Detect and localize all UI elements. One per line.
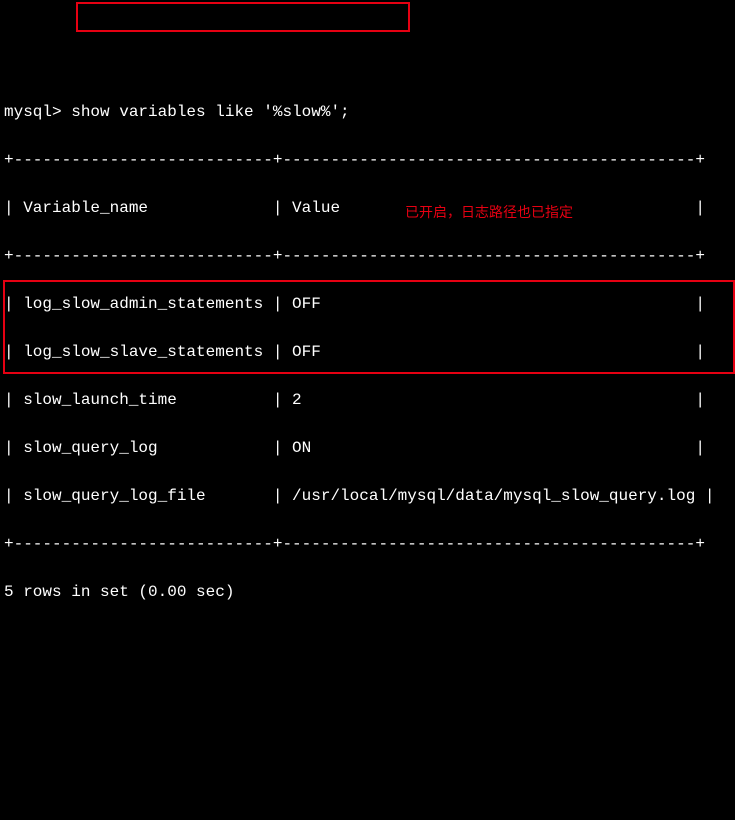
table-row: | slow_query_log | ON | bbox=[4, 436, 731, 460]
table-row: | log_slow_slave_statements | OFF | bbox=[4, 340, 731, 364]
table-header-row: | Variable_name | Value | bbox=[4, 196, 731, 220]
table-separator-bot: +---------------------------+-----------… bbox=[4, 532, 731, 556]
table-row: | log_slow_admin_statements | OFF | bbox=[4, 292, 731, 316]
mysql-prompt: mysql> bbox=[4, 103, 62, 121]
table-separator-top: +---------------------------+-----------… bbox=[4, 148, 731, 172]
command-text: show variables like '%slow%'; bbox=[62, 103, 350, 121]
annotation-text: 已开启，日志路径也已指定 bbox=[405, 202, 573, 223]
result-footer: 5 rows in set (0.00 sec) bbox=[4, 580, 731, 604]
table-separator-mid: +---------------------------+-----------… bbox=[4, 244, 731, 268]
table-row: | slow_query_log_file | /usr/local/mysql… bbox=[4, 484, 731, 508]
highlight-command-box bbox=[76, 2, 410, 32]
prompt-line[interactable]: mysql> show variables like '%slow%'; bbox=[4, 100, 731, 124]
table-row: | slow_launch_time | 2 | bbox=[4, 388, 731, 412]
